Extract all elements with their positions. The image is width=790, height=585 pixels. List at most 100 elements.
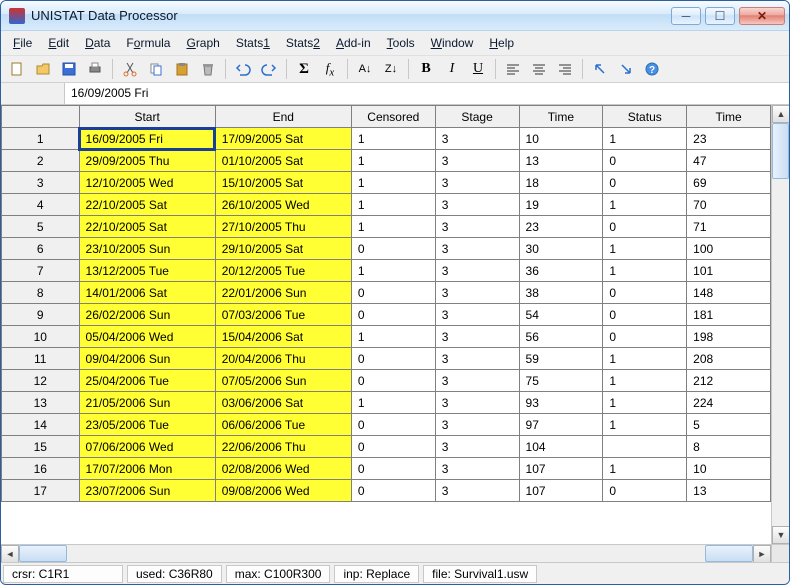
cell[interactable]: 38 [519,282,603,304]
table-row[interactable]: 713/12/2005 Tue20/12/2005 Tue13361101 [2,260,771,282]
table-row[interactable]: 1617/07/2006 Mon02/08/2006 Wed03107110 [2,458,771,480]
cell[interactable]: 0 [603,480,687,502]
cell[interactable]: 0 [351,282,435,304]
cell[interactable]: 30 [519,238,603,260]
cell[interactable]: 47 [687,150,771,172]
table-row[interactable]: 1507/06/2006 Wed22/06/2006 Thu031048 [2,436,771,458]
horizontal-scrollbar[interactable]: ◄ ► [1,545,771,562]
cell[interactable]: 10 [519,128,603,150]
cell[interactable]: 3 [435,172,519,194]
cell[interactable]: 3 [435,480,519,502]
col-header-status[interactable]: Status [603,106,687,128]
cell[interactable]: 14/01/2006 Sat [79,282,215,304]
cell[interactable]: 1 [603,260,687,282]
cell[interactable]: 1 [603,348,687,370]
cell[interactable]: 3 [435,238,519,260]
cell[interactable]: 0 [351,304,435,326]
cell[interactable]: 22/06/2006 Thu [215,436,351,458]
cell[interactable]: 23 [519,216,603,238]
row-header[interactable]: 14 [2,414,80,436]
cell[interactable]: 26/10/2005 Wed [215,194,351,216]
sort-asc-icon[interactable]: A↓ [353,57,377,81]
cell[interactable]: 1 [351,194,435,216]
table-row[interactable]: 1005/04/2006 Wed15/04/2006 Sat13560198 [2,326,771,348]
cell[interactable]: 101 [687,260,771,282]
italic-icon[interactable]: I [440,57,464,81]
cell[interactable]: 10 [687,458,771,480]
cell[interactable]: 01/10/2005 Sat [215,150,351,172]
cell[interactable]: 107 [519,480,603,502]
table-row[interactable]: 1109/04/2006 Sun20/04/2006 Thu03591208 [2,348,771,370]
cell[interactable]: 1 [351,128,435,150]
row-header[interactable]: 17 [2,480,80,502]
cell[interactable]: 3 [435,326,519,348]
cell[interactable]: 0 [603,282,687,304]
menu-stats2[interactable]: Stats2 [280,34,326,52]
menu-edit[interactable]: Edit [42,34,75,52]
row-header[interactable]: 3 [2,172,80,194]
sort-desc-icon[interactable]: Z↓ [379,57,403,81]
hscroll-thumb-right[interactable] [705,545,753,562]
cell[interactable]: 36 [519,260,603,282]
cell[interactable]: 0 [603,150,687,172]
menu-tools[interactable]: Tools [381,34,421,52]
menu-window[interactable]: Window [425,34,480,52]
table-row[interactable]: 926/02/2006 Sun07/03/2006 Tue03540181 [2,304,771,326]
menu-file[interactable]: File [7,34,38,52]
cell[interactable]: 0 [603,172,687,194]
cell[interactable]: 23/05/2006 Tue [79,414,215,436]
cell[interactable]: 56 [519,326,603,348]
cell[interactable]: 8 [687,436,771,458]
cell[interactable]: 0 [351,436,435,458]
cell[interactable]: 224 [687,392,771,414]
cell[interactable]: 208 [687,348,771,370]
cell[interactable]: 1 [603,238,687,260]
menu-stats1[interactable]: Stats1 [230,34,276,52]
cell[interactable]: 29/10/2005 Sat [215,238,351,260]
row-header[interactable]: 2 [2,150,80,172]
cell[interactable]: 1 [351,150,435,172]
cell[interactable]: 0 [603,304,687,326]
table-row[interactable]: 422/10/2005 Sat26/10/2005 Wed1319170 [2,194,771,216]
col-header-stage[interactable]: Stage [435,106,519,128]
col-header-time1[interactable]: Time [519,106,603,128]
cell[interactable]: 1 [351,326,435,348]
cell[interactable]: 107 [519,458,603,480]
table-row[interactable]: 1225/04/2006 Tue07/05/2006 Sun03751212 [2,370,771,392]
cell[interactable]: 21/05/2006 Sun [79,392,215,414]
cell[interactable]: 07/06/2006 Wed [79,436,215,458]
cell[interactable]: 18 [519,172,603,194]
cell[interactable]: 1 [603,392,687,414]
cell[interactable]: 09/04/2006 Sun [79,348,215,370]
cell[interactable]: 1 [603,128,687,150]
cell[interactable]: 1 [603,370,687,392]
align-center-icon[interactable] [527,57,551,81]
table-row[interactable]: 312/10/2005 Wed15/10/2005 Sat1318069 [2,172,771,194]
cell[interactable]: 17/09/2005 Sat [215,128,351,150]
undo-icon[interactable] [231,57,255,81]
col-header-end[interactable]: End [215,106,351,128]
cell[interactable]: 75 [519,370,603,392]
cell[interactable]: 0 [603,326,687,348]
cell[interactable]: 13/12/2005 Tue [79,260,215,282]
row-header[interactable]: 16 [2,458,80,480]
col-header-start[interactable]: Start [79,106,215,128]
arrow-se-icon[interactable] [614,57,638,81]
cell[interactable]: 5 [687,414,771,436]
cell[interactable]: 29/09/2005 Thu [79,150,215,172]
function-icon[interactable]: fx [318,57,342,81]
open-icon[interactable] [31,57,55,81]
cell[interactable]: 07/05/2006 Sun [215,370,351,392]
cell[interactable]: 20/04/2006 Thu [215,348,351,370]
cell[interactable]: 25/04/2006 Tue [79,370,215,392]
cell[interactable]: 3 [435,414,519,436]
cell[interactable]: 20/12/2005 Tue [215,260,351,282]
cell[interactable]: 59 [519,348,603,370]
cell[interactable]: 104 [519,436,603,458]
cut-icon[interactable] [118,57,142,81]
cell[interactable]: 0 [603,216,687,238]
row-header[interactable]: 13 [2,392,80,414]
cell[interactable]: 212 [687,370,771,392]
vertical-scrollbar[interactable]: ▲ ▼ [771,105,789,544]
table-row[interactable]: 623/10/2005 Sun29/10/2005 Sat03301100 [2,238,771,260]
